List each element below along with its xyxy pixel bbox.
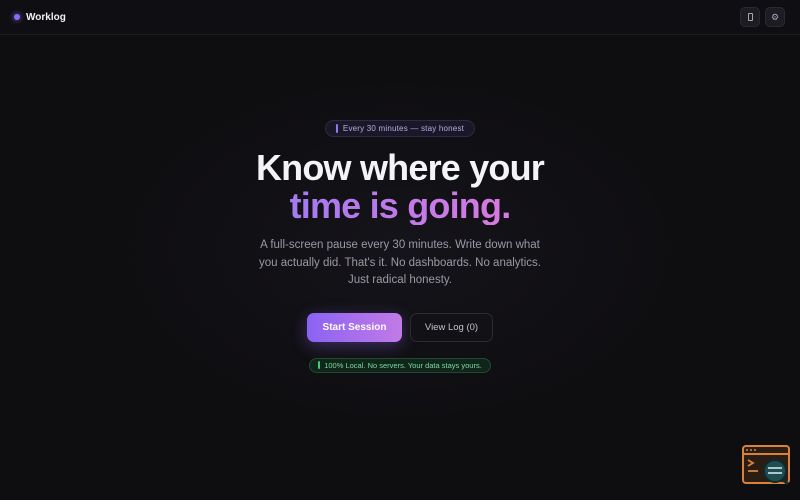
view-log-button[interactable]: View Log (0): [410, 312, 493, 342]
headline-line-1: Know where your: [255, 147, 545, 188]
hero-section: Every 30 minutes — stay honest Know wher…: [0, 120, 800, 373]
app-page: Worklog ⚙ Every 30 minutes — stay honest…: [0, 0, 800, 500]
gear-icon: ⚙: [770, 11, 780, 22]
mobile-view-button[interactable]: [740, 7, 760, 27]
floating-console-widget[interactable]: [742, 445, 790, 486]
brand-dot-icon: [14, 14, 20, 20]
cta-row: Start Session View Log (0): [307, 312, 493, 342]
brand[interactable]: Worklog: [14, 12, 66, 23]
console-search-icon: [742, 445, 790, 486]
local-storage-badge-text: 100% Local. No servers. Your data stays …: [324, 360, 482, 370]
phone-icon: [747, 13, 753, 21]
headline-line-2: time is going.: [256, 187, 544, 225]
interval-pill-text: Every 30 minutes — stay honest: [342, 124, 465, 133]
local-storage-badge: 100% Local. No servers. Your data stays …: [309, 357, 491, 373]
bar-icon: [318, 361, 321, 369]
settings-button[interactable]: ⚙: [765, 7, 785, 27]
top-bar: Worklog ⚙: [0, 0, 800, 35]
interval-pill: Every 30 minutes — stay honest: [324, 120, 476, 137]
brand-name: Worklog: [26, 11, 66, 23]
page-title: Know where your time is going.: [255, 147, 545, 225]
header-actions: ⚙: [740, 7, 785, 27]
bar-icon: [335, 124, 338, 133]
start-session-button[interactable]: Start Session: [307, 312, 402, 342]
hero-subtitle: A full-screen pause every 30 minutes. Wr…: [259, 239, 541, 286]
